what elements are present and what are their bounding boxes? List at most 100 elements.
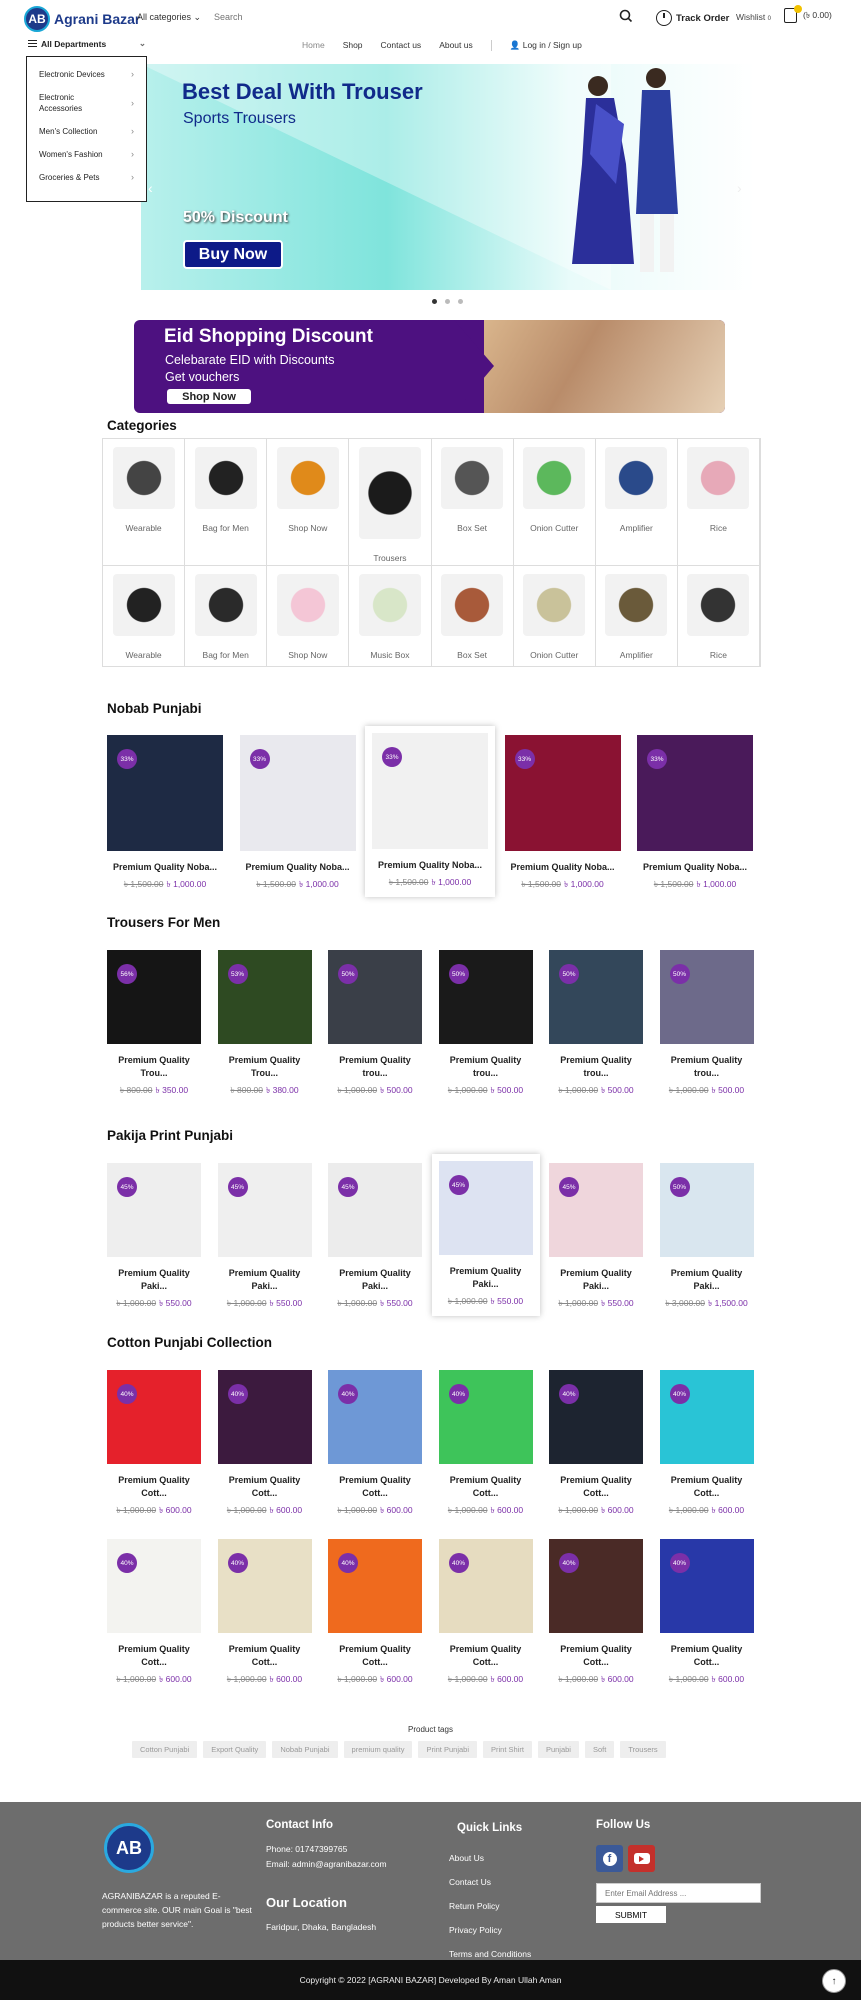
product-card[interactable]: 45% Premium Quality Paki... ৳ 1,000.00 ৳ 55… [431,1154,540,1316]
product-card[interactable]: 40% Premium Quality Cott... ৳ 1,000.00 ৳ 60… [549,1539,643,1687]
youtube-button[interactable] [628,1845,655,1872]
category-item[interactable]: Onion Cutter [513,439,596,566]
product-card[interactable]: 45% Premium Quality Paki... ৳ 1,000.00 ৳ 55… [328,1163,422,1311]
product-card[interactable]: 33% Premium Quality Noba... ৳ 1,500.00 ৳ 1,… [239,735,356,892]
product-tag[interactable]: Soft [584,1741,615,1758]
slider-dot[interactable] [445,299,450,304]
shop-now-button[interactable]: Shop Now [167,389,251,404]
category-item[interactable]: Bag for Men [185,439,268,566]
product-name[interactable]: Premium Quality trou... [549,1054,643,1080]
product-name[interactable]: Premium Quality Cott... [328,1474,422,1500]
product-name[interactable]: Premium Quality Cott... [660,1643,754,1669]
product-card[interactable]: 53% Premium Quality Trou... ৳ 800.00 ৳ 380.… [217,950,312,1098]
product-card[interactable]: 56% Premium Quality Trou... ৳ 800.00 ৳ 350.… [107,950,201,1098]
product-name[interactable]: Premium Quality Paki... [439,1265,533,1291]
dept-item-groceries[interactable]: Groceries & Pets › [27,166,146,189]
category-item[interactable]: Rice [677,566,760,667]
product-tag[interactable]: Cotton Punjabi [132,1741,198,1758]
nav-shop[interactable]: Shop [343,40,363,51]
product-name[interactable]: Premium Quality Cott... [218,1474,312,1500]
product-card[interactable]: 40% Premium Quality Cott... ৳ 1,000.00 ৳ 60… [438,1370,533,1518]
category-item[interactable]: Music Box [349,566,432,667]
product-name[interactable]: Premium Quality Cott... [549,1643,643,1669]
nav-home[interactable]: Home [302,40,325,51]
product-name[interactable]: Premium Quality Cott... [107,1643,201,1669]
search-input[interactable] [214,10,594,24]
wishlist-link[interactable]: Wishlist 0 [736,12,771,22]
product-name[interactable]: Premium Quality Cott... [328,1643,422,1669]
product-tag[interactable]: Nobab Punjabi [272,1741,338,1758]
nav-about[interactable]: About us [439,40,473,51]
product-card[interactable]: 40% Premium Quality Cott... ৳ 1,000.00 ৳ 60… [549,1370,643,1518]
product-name[interactable]: Premium Quality trou... [439,1054,533,1080]
product-card[interactable]: 50% Premium Quality trou... ৳ 1,000.00 ৳ 50… [659,950,754,1098]
category-item[interactable]: Box Set [431,566,514,667]
product-name[interactable]: Premium Quality Cott... [660,1474,754,1500]
slider-dot-active[interactable] [432,299,437,304]
product-name[interactable]: Premium Quality Cott... [549,1474,643,1500]
all-departments-toggle[interactable]: All Departments ⌄ [28,38,146,49]
slider-prev-arrow[interactable]: ‹ [148,180,153,196]
product-tag[interactable]: Print Shirt [483,1741,532,1758]
product-tag[interactable]: Punjabi [537,1741,579,1758]
product-card[interactable]: 40% Premium Quality Cott... ৳ 1,000.00 ৳ 60… [217,1539,312,1687]
category-item[interactable]: Amplifier [595,439,678,566]
product-name[interactable]: Premium Quality Cott... [107,1474,201,1500]
product-tag[interactable]: Print Punjabi [418,1741,477,1758]
category-item[interactable]: Amplifier [595,566,678,667]
product-name[interactable]: Premium Quality Cott... [439,1474,533,1500]
product-card[interactable]: 40% Premium Quality Cott... ৳ 1,000.00 ৳ 60… [659,1370,754,1518]
dept-item-mens-collection[interactable]: Men's Collection › [27,120,146,143]
product-name[interactable]: Premium Quality Noba... [637,861,753,874]
footer-link-return[interactable]: Return Policy [449,1901,500,1911]
product-name[interactable]: Premium Quality Cott... [218,1643,312,1669]
category-item[interactable]: Trousers [349,439,432,566]
product-card[interactable]: 40% Premium Quality Cott... ৳ 1,000.00 ৳ 60… [659,1539,754,1687]
category-item[interactable]: Bag for Men [185,566,268,667]
back-to-top-button[interactable]: ↑ [822,1969,846,1993]
footer-link-terms[interactable]: Terms and Conditions [449,1949,531,1959]
newsletter-submit-button[interactable]: SUBMIT [596,1906,666,1923]
product-card[interactable]: 33% Premium Quality Noba... ৳ 1,500.00 ৳ 1,… [637,735,753,892]
product-card[interactable]: 45% Premium Quality Paki... ৳ 1,000.00 ৳ 55… [549,1163,643,1311]
cart-button[interactable]: (৳ 0.00) [784,5,832,23]
category-item[interactable]: Onion Cutter [513,566,596,667]
product-tag[interactable]: Trousers [620,1741,666,1758]
category-item[interactable]: Box Set [431,439,514,566]
product-card[interactable]: 40% Premium Quality Cott... ৳ 1,000.00 ৳ 60… [328,1370,422,1518]
track-order-link[interactable]: Track Order [656,10,729,26]
product-name[interactable]: Premium Quality Paki... [660,1267,754,1293]
product-card[interactable]: 40% Premium Quality Cott... ৳ 1,000.00 ৳ 60… [107,1539,201,1687]
product-card[interactable]: 50% Premium Quality Paki... ৳ 3,000.00 ৳ 1,… [659,1163,754,1311]
product-name[interactable]: Premium Quality Trou... [218,1054,312,1080]
product-name[interactable]: Premium Quality trou... [328,1054,422,1080]
product-tag[interactable]: Export Quality [203,1741,267,1758]
facebook-button[interactable]: f [596,1845,623,1872]
buy-now-button[interactable]: Buy Now [183,240,283,269]
newsletter-email-input[interactable] [596,1883,761,1903]
product-tag[interactable]: premium quality [343,1741,413,1758]
product-card[interactable]: 40% Premium Quality Cott... ৳ 1,000.00 ৳ 60… [107,1370,201,1518]
search-button[interactable] [618,8,634,24]
product-card[interactable]: 33% Premium Quality Noba... ৳ 1,500.00 ৳ 1,… [504,735,621,892]
dept-item-electronic-devices[interactable]: Electronic Devices › [27,63,146,86]
product-card[interactable]: 50% Premium Quality trou... ৳ 1,000.00 ৳ 50… [328,950,422,1098]
slider-next-arrow[interactable]: › [737,180,742,196]
site-logo[interactable]: AB Agrani Bazar [24,6,140,32]
product-name[interactable]: Premium Quality Noba... [240,861,356,874]
product-name[interactable]: Premium Quality Noba... [107,861,223,874]
dept-item-womens-fashion[interactable]: Women's Fashion › [27,143,146,166]
product-name[interactable]: Premium Quality Cott... [439,1643,533,1669]
dept-item-electronic-accessories[interactable]: Electronic Accessories › [27,86,146,120]
product-name[interactable]: Premium Quality Trou... [107,1054,201,1080]
footer-link-contact[interactable]: Contact Us [449,1877,491,1887]
category-item[interactable]: Wearable [103,566,186,667]
login-link[interactable]: 👤 Log in / Sign up [510,40,582,51]
product-card[interactable]: 40% Premium Quality Cott... ৳ 1,000.00 ৳ 60… [217,1370,312,1518]
product-card[interactable]: 40% Premium Quality Cott... ৳ 1,000.00 ৳ 60… [438,1539,533,1687]
category-item[interactable]: Wearable [103,439,186,566]
product-name[interactable]: Premium Quality trou... [660,1054,754,1080]
product-name[interactable]: Premium Quality Noba... [505,861,621,874]
footer-link-about[interactable]: About Us [449,1853,484,1863]
category-item[interactable]: Rice [677,439,760,566]
